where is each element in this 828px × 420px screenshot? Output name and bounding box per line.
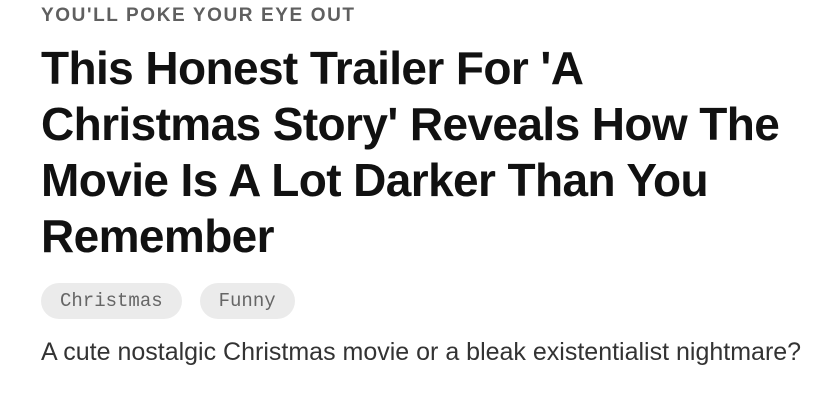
tag-funny[interactable]: Funny xyxy=(199,283,295,319)
tag-christmas[interactable]: Christmas xyxy=(41,283,182,319)
tag-list: Christmas Funny xyxy=(41,283,295,319)
article-headline[interactable]: This Honest Trailer For 'A Christmas Sto… xyxy=(41,40,801,264)
article-kicker: YOU'LL POKE YOUR EYE OUT xyxy=(41,5,356,26)
article-dek: A cute nostalgic Christmas movie or a bl… xyxy=(41,338,802,366)
